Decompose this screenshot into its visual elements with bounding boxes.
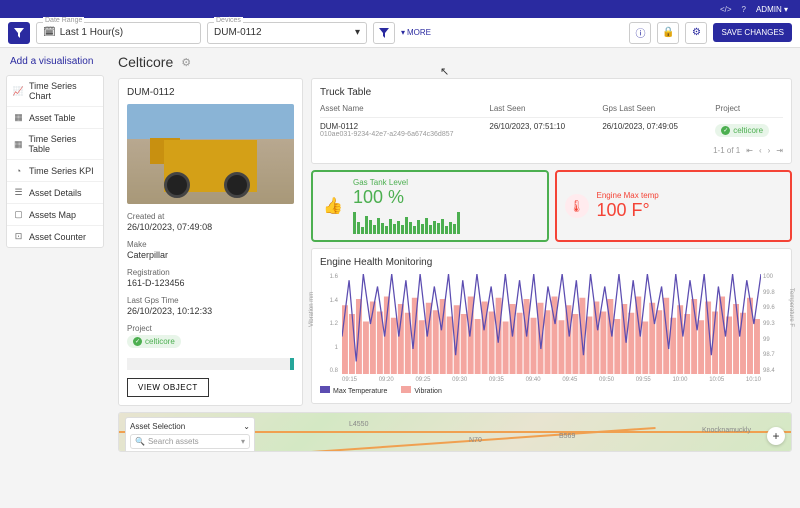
table-row[interactable]: DUM-0112010ae031-9234-42e7-a249-6a674c36… <box>320 118 783 142</box>
app-topbar: </> ? ADMIN ▾ <box>0 0 800 18</box>
daterange-label: Date Range <box>43 17 84 24</box>
filter-button[interactable] <box>8 22 30 44</box>
devices-select[interactable]: Devices DUM-0112 ▾ <box>207 22 367 44</box>
admin-menu[interactable]: ADMIN ▾ <box>756 5 788 14</box>
asset-selection-panel: Asset Selection⌄ 🔍 Search assets ▾ <box>125 417 255 452</box>
asset-detail-card: DUM-0112 Created at 26/10/2023, 07:49:08… <box>118 78 303 406</box>
filter-alt-icon <box>379 28 389 38</box>
lock-button[interactable]: 🔒 <box>657 22 679 44</box>
info-icon: ⓘ <box>635 25 645 40</box>
pager-prev[interactable]: ‹ <box>759 146 762 155</box>
pager-next[interactable]: › <box>768 146 771 155</box>
sidebar-item-asset-counter[interactable]: ⊡Asset Counter <box>7 226 103 247</box>
y-axis-right: 10099.899.699.39998.798.4 <box>763 274 783 374</box>
toolbar: Date Range 🗓 Last 1 Hour(s) Devices DUM-… <box>0 18 800 48</box>
daterange-value: Last 1 Hour(s) <box>60 27 123 38</box>
sidebar-item-ts-chart[interactable]: 📈Time Series Chart <box>7 76 103 107</box>
gauge-icon: ◔ <box>13 165 24 176</box>
pager-last[interactable]: ⇥ <box>776 146 783 155</box>
page-settings-icon[interactable]: ⚙ <box>181 56 191 69</box>
chart-line-icon: 📈 <box>13 86 24 97</box>
kpi-gas-bars <box>353 210 539 234</box>
truck-table-card: Truck Table Asset Name Last Seen Gps Las… <box>311 78 792 164</box>
chart-plot <box>342 274 761 374</box>
asset-search-input[interactable]: 🔍 Search assets ▾ <box>130 434 250 449</box>
thumbs-up-icon: 👍 <box>321 194 345 218</box>
table-icon: ▦ <box>13 112 24 123</box>
sidebar-item-assets-map[interactable]: ▢Assets Map <box>7 204 103 226</box>
thermometer-icon: 🌡 <box>565 194 589 218</box>
devices-value: DUM-0112 <box>214 27 262 38</box>
asset-card-title: DUM-0112 <box>127 87 294 98</box>
search-icon: 🔍 <box>135 437 145 446</box>
project-badge: celticore <box>127 335 181 348</box>
more-button[interactable]: ▾ MORE <box>401 28 431 37</box>
code-icon[interactable]: </> <box>720 5 732 14</box>
kpi-engine-temp: 🌡 Engine Max temp 100 F° <box>555 170 793 242</box>
sidebar-item-asset-table[interactable]: ▦Asset Table <box>7 107 103 129</box>
map-zoom-in-button[interactable]: + <box>767 427 785 445</box>
kpi-gas-tank: 👍 Gas Tank Level 100 % <box>311 170 549 242</box>
chevron-down-icon: ▾ <box>355 27 360 38</box>
engine-health-card: Engine Health Monitoring 1.61.41.210.8 1… <box>311 248 792 404</box>
filter-icon <box>14 28 24 38</box>
help-icon[interactable]: ? <box>742 5 746 14</box>
info-button[interactable]: ⓘ <box>629 22 651 44</box>
pager: 1-1 of 1 ⇤ ‹ › ⇥ <box>320 146 783 155</box>
chevron-down-icon: ▾ <box>241 437 245 446</box>
sidebar-item-ts-table[interactable]: ▦Time Series Table <box>7 129 103 160</box>
sidebar: Add a visualisation 📈Time Series Chart ▦… <box>0 48 110 508</box>
save-changes-button[interactable]: SAVE CHANGES <box>713 23 792 42</box>
counter-icon: ⊡ <box>13 231 24 242</box>
chart-legend: Max Temperature Vibration <box>320 386 783 395</box>
filter-alt-button[interactable] <box>373 22 395 44</box>
daterange-select[interactable]: Date Range 🗓 Last 1 Hour(s) <box>36 22 201 44</box>
calendar-icon: 🗓 <box>43 27 56 38</box>
table-icon: ▦ <box>13 139 24 150</box>
assets-map-card: L4550 N70 B569 Knocknamuckly Asset Selec… <box>118 412 792 452</box>
x-axis: 09:1509:2009:2509:3009:3509:4009:4509:50… <box>342 377 761 383</box>
asset-image <box>127 104 294 204</box>
devices-label: Devices <box>214 17 243 24</box>
gear-icon: ⚙ <box>692 27 701 38</box>
lock-icon: 🔒 <box>662 27 674 38</box>
sidebar-item-ts-kpi[interactable]: ◔Time Series KPI <box>7 160 103 182</box>
chevron-down-icon[interactable]: ⌄ <box>243 422 250 431</box>
sidebar-title: Add a visualisation <box>6 54 104 69</box>
map-icon: ▢ <box>13 209 24 220</box>
sidebar-item-asset-details[interactable]: ☰Asset Details <box>7 182 103 204</box>
sparkline <box>127 358 294 370</box>
pager-first[interactable]: ⇤ <box>746 146 753 155</box>
y-axis-left: 1.61.41.210.8 <box>320 274 338 374</box>
content-area: Celticore ⚙ DUM-0112 Created at 26/10/20… <box>110 48 800 508</box>
page-title: Celticore ⚙ <box>118 54 792 70</box>
settings-button[interactable]: ⚙ <box>685 22 707 44</box>
table-header: Asset Name Last Seen Gps Last Seen Proje… <box>320 104 783 118</box>
view-object-button[interactable]: VIEW OBJECT <box>127 378 209 397</box>
list-icon: ☰ <box>13 187 24 198</box>
